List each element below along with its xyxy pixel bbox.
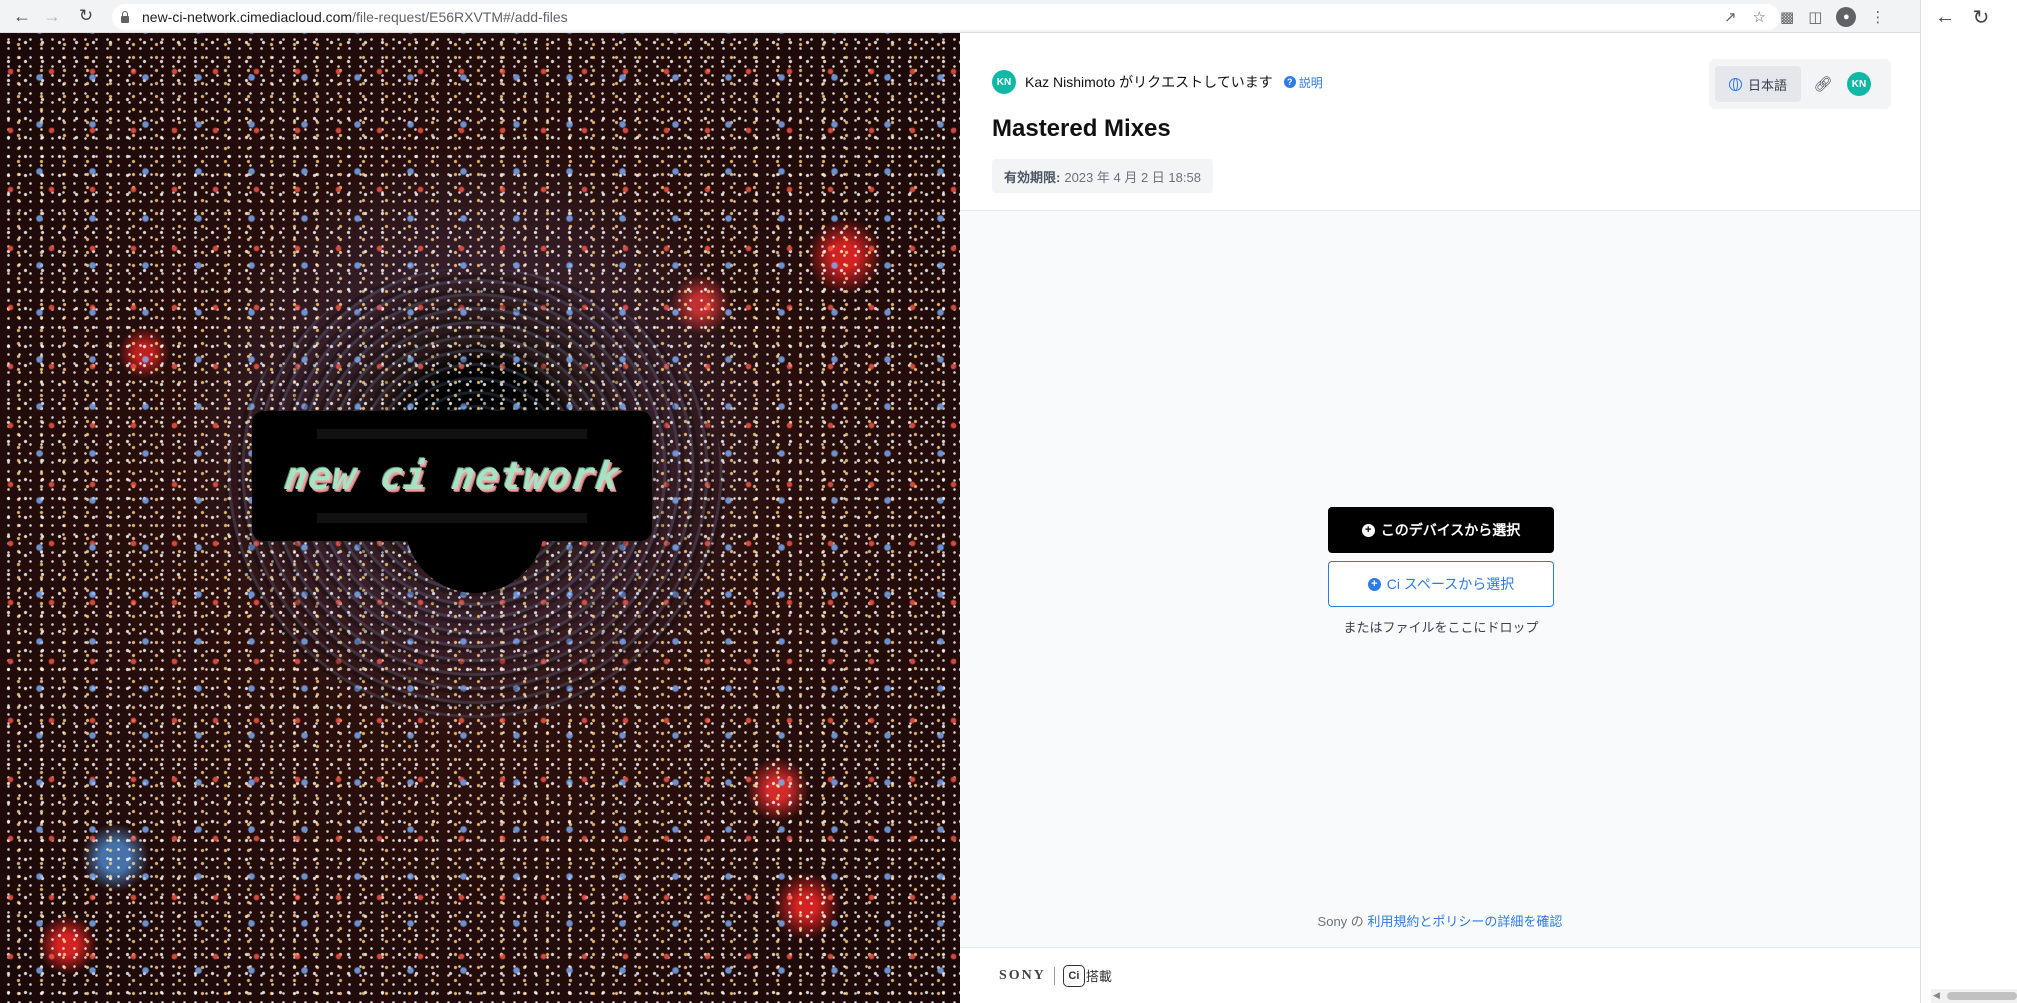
expiry-label: 有効期限: bbox=[1004, 169, 1061, 185]
share-icon[interactable]: ↗ bbox=[1724, 8, 1737, 26]
help-question-icon: ? bbox=[1283, 76, 1296, 88]
side-back-icon[interactable]: ← bbox=[1931, 3, 1959, 31]
scrollbar-thumb[interactable] bbox=[1947, 992, 2017, 1000]
reload-icon[interactable]: ↻ bbox=[72, 2, 100, 30]
file-request-panel: KN Kaz Nishimoto がリクエストしています ? 説明 Master… bbox=[960, 33, 1920, 1003]
horizontal-scrollbar[interactable]: ◀ bbox=[1931, 989, 2017, 1003]
page-title: Mastered Mixes bbox=[992, 115, 1171, 142]
ci-logo-icon: Ci bbox=[1062, 964, 1085, 987]
forward-icon[interactable]: → bbox=[38, 2, 66, 30]
footer-divider bbox=[1053, 966, 1055, 985]
menu-kebab-icon[interactable]: ⋮ bbox=[1870, 8, 1885, 26]
select-from-ci-space-button[interactable]: + Ci スペースから選択 bbox=[1328, 561, 1554, 607]
footer: SONY Ci 搭載 bbox=[960, 947, 1920, 1003]
upload-actions: + このデバイスから選択 + Ci スペースから選択 またはファイルをここにドロ… bbox=[1328, 507, 1554, 636]
requester-line: KN Kaz Nishimoto がリクエストしています ? 説明 bbox=[992, 70, 1323, 94]
expiry-badge: 有効期限: 2023 年 4 月 2 日 18:58 bbox=[992, 159, 1213, 193]
drop-zone-hint: またはファイルをここにドロップ bbox=[1343, 620, 1539, 635]
globe-icon bbox=[1729, 77, 1742, 91]
side-panel-strip: ← ↻ ◀ bbox=[1920, 0, 2017, 1003]
lock-icon[interactable] bbox=[120, 11, 130, 23]
terms-link[interactable]: 利用規約とポリシーの詳細を確認 bbox=[1367, 914, 1562, 929]
copy-link-button[interactable]: 🔗︎ bbox=[1805, 66, 1841, 102]
terms-prefix: Sony の bbox=[1317, 914, 1364, 929]
select-from-ci-space-label: Ci スペースから選択 bbox=[1386, 576, 1515, 592]
expiry-value: 2023 年 4 月 2 日 18:58 bbox=[1064, 169, 1201, 185]
request-header: KN Kaz Nishimoto がリクエストしています ? 説明 Master… bbox=[960, 33, 1920, 211]
back-icon[interactable]: ← bbox=[8, 2, 36, 30]
extensions-puzzle-icon[interactable]: ▩ bbox=[1780, 8, 1794, 26]
powered-by-label: 搭載 bbox=[1085, 969, 1112, 984]
help-label: 説明 bbox=[1298, 75, 1323, 90]
scroll-left-arrow-icon[interactable]: ◀ bbox=[1933, 990, 1940, 1001]
header-toolbar: 日本語 🔗︎ KN bbox=[1709, 59, 1891, 109]
language-button[interactable]: 日本語 bbox=[1715, 66, 1802, 102]
address-bar[interactable]: new-ci-network.cimediacloud.com/file-req… bbox=[112, 4, 1780, 30]
bookmark-star-icon[interactable]: ☆ bbox=[1753, 8, 1766, 26]
side-reload-icon[interactable]: ↻ bbox=[1967, 3, 1995, 31]
link-icon: 🔗︎ bbox=[1813, 76, 1833, 93]
terms-line: Sony の 利用規約とポリシーの詳細を確認 bbox=[960, 911, 1920, 930]
brand-logo-text: new ci network bbox=[281, 454, 623, 498]
select-from-device-label: このデバイスから選択 bbox=[1380, 522, 1521, 538]
user-avatar[interactable]: KN bbox=[1847, 72, 1872, 96]
plus-circle-icon: + bbox=[1367, 577, 1381, 591]
sony-logo: SONY bbox=[999, 967, 1046, 983]
url-text[interactable]: new-ci-network.cimediacloud.com/file-req… bbox=[142, 9, 568, 25]
side-panel-icon[interactable]: ◫ bbox=[1808, 8, 1822, 26]
language-label: 日本語 bbox=[1748, 77, 1788, 93]
requester-text: Kaz Nishimoto がリクエストしています bbox=[1025, 74, 1273, 90]
select-from-device-button[interactable]: + このデバイスから選択 bbox=[1328, 507, 1554, 553]
profile-icon[interactable]: ● bbox=[1836, 6, 1857, 27]
plus-circle-icon: + bbox=[1361, 523, 1375, 537]
requester-avatar: KN bbox=[992, 70, 1016, 94]
browser-toolbar: ← → ↻ new-ci-network.cimediacloud.com/fi… bbox=[0, 0, 1920, 33]
brand-logo: new ci network bbox=[252, 411, 652, 541]
hero-galaxy-image: new ci network bbox=[0, 33, 960, 1003]
help-link[interactable]: ? 説明 bbox=[1283, 74, 1323, 91]
